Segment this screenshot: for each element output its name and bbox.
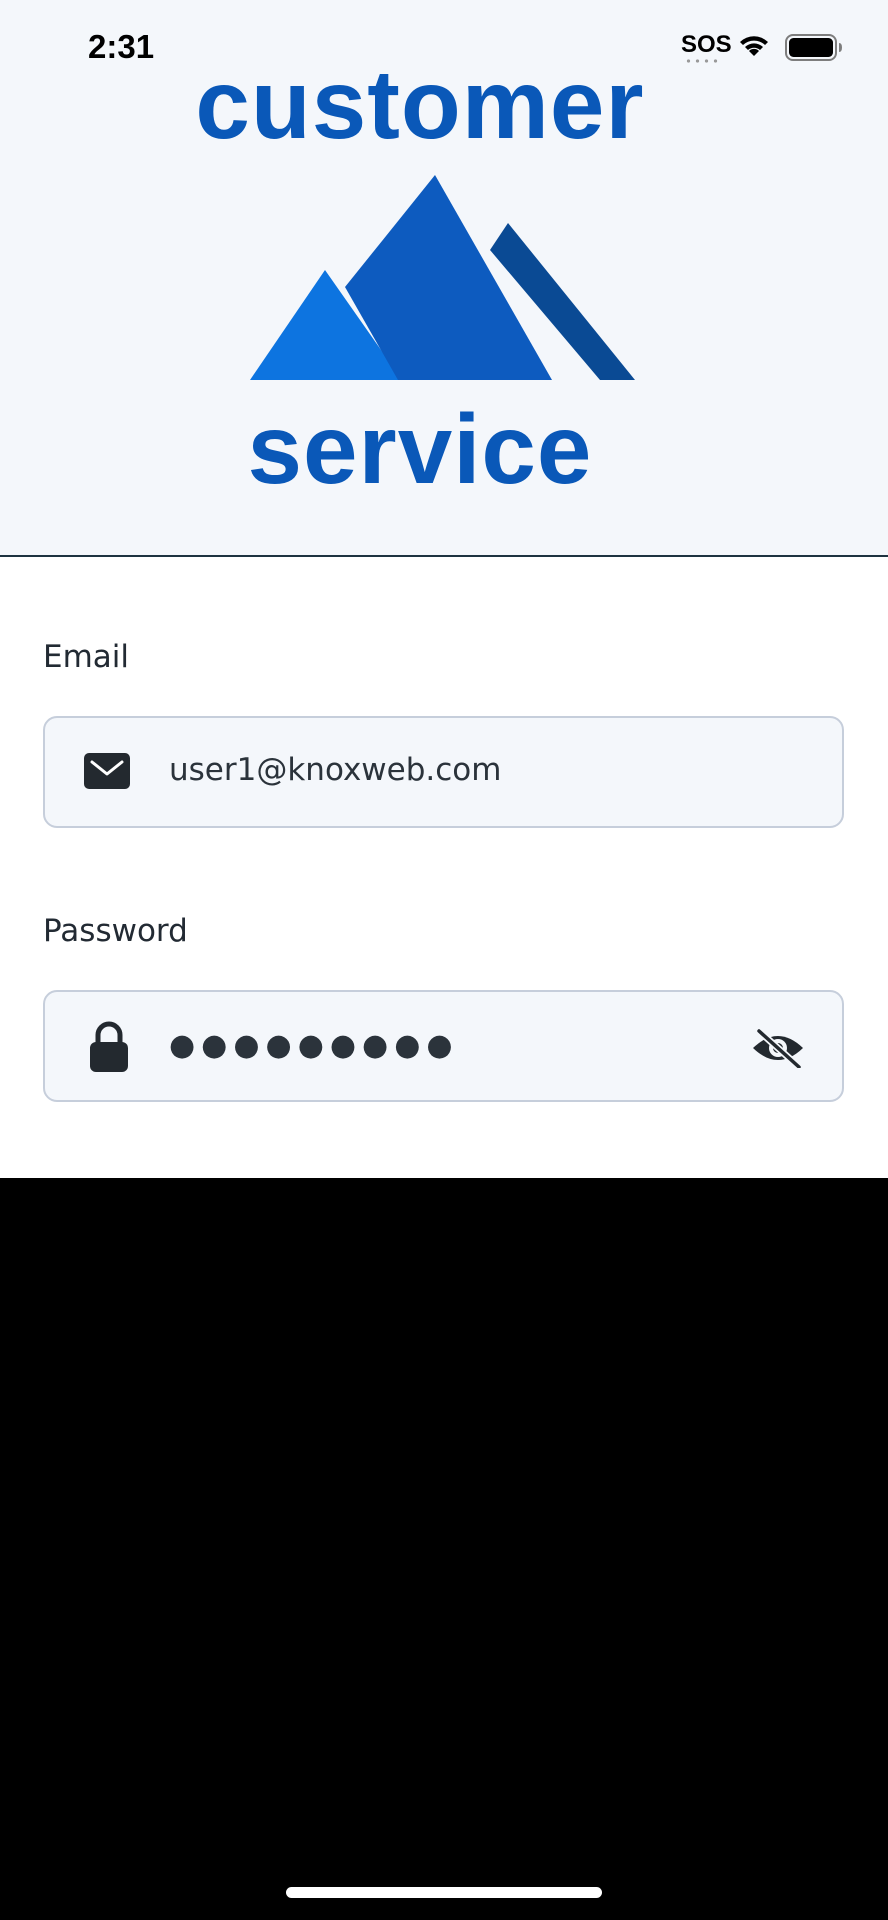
lock-icon [90,1021,128,1072]
email-label: Email [43,639,130,675]
email-value: user1@knoxweb.com [169,752,502,788]
envelope-icon [84,753,130,789]
logo-word-top: customer [195,49,645,159]
login-form: Email user1@knoxweb.com Password ●●●●●●●… [0,557,888,1178]
eye-slash-icon[interactable] [750,1028,806,1068]
customer-service-logo: customer service [170,55,720,505]
wifi-icon [740,36,768,56]
password-field[interactable]: ●●●●●●●●● [43,990,844,1102]
password-value: ●●●●●●●●● [169,1028,459,1063]
home-indicator[interactable] [286,1887,602,1898]
battery-full-icon [785,34,842,61]
mountain-icon [250,175,635,380]
password-label: Password [43,913,188,949]
logo-word-bottom: service [247,394,593,504]
header: 2:31 SOS customer service [0,0,888,557]
email-field[interactable]: user1@knoxweb.com [43,716,844,828]
